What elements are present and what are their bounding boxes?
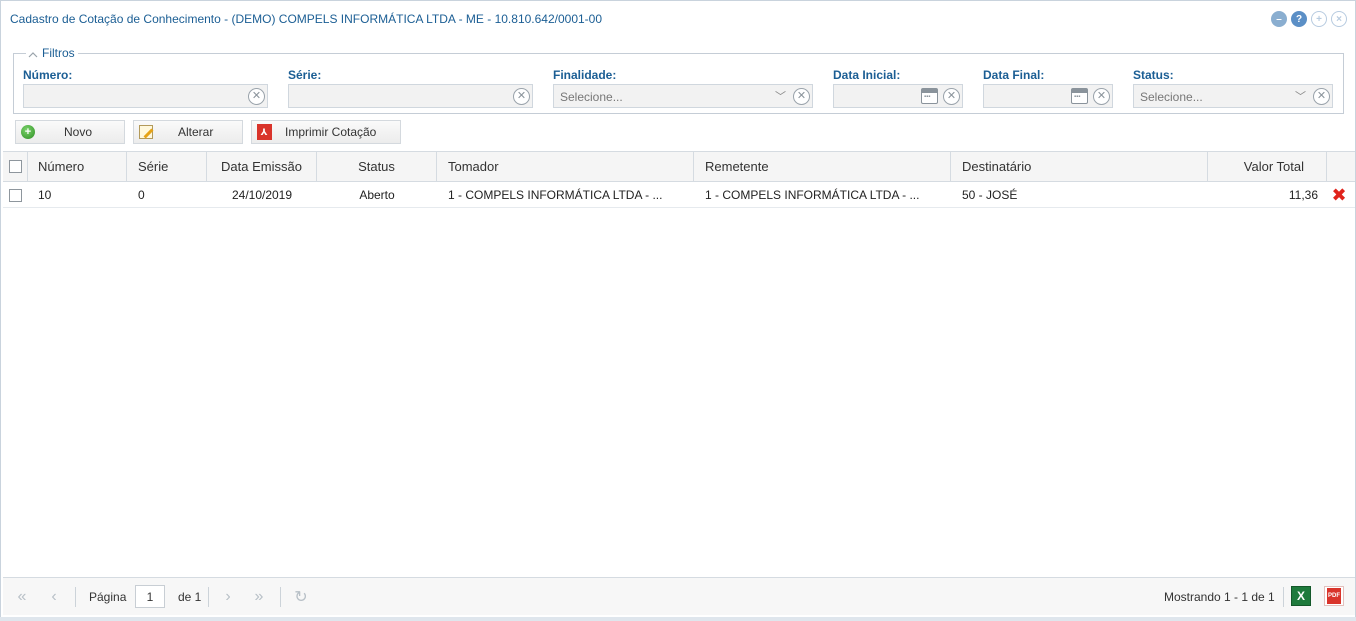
data-inicial-input[interactable]: ✕ <box>833 84 963 108</box>
filter-numero: Número: ✕ <box>23 68 268 108</box>
imprimir-cotacao-button[interactable]: ⅄ Imprimir Cotação <box>251 120 401 144</box>
finalidade-label: Finalidade: <box>553 68 617 82</box>
next-page-icon[interactable]: › <box>217 586 239 608</box>
page-total: de 1 <box>178 590 202 604</box>
grid-header: Número Série Data Emissão Status Tomador… <box>3 152 1355 182</box>
cell-numero: 10 <box>38 188 52 202</box>
col-data-emissao[interactable]: Data Emissão <box>207 152 317 181</box>
imprimir-label: Imprimir Cotação <box>285 125 377 139</box>
clear-icon[interactable]: ✕ <box>248 88 265 105</box>
delete-row-button[interactable]: ✖ <box>1327 182 1351 208</box>
novo-label: Novo <box>64 125 93 139</box>
finalidade-select[interactable]: Selecione... ﹀ ✕ <box>553 84 813 108</box>
cell-data-emissao: 24/10/2019 <box>231 188 293 202</box>
cell-remetente: 1 - COMPELS INFORMÁTICA LTDA - ... <box>705 188 920 202</box>
bottom-border <box>0 617 1356 621</box>
chevron-down-icon[interactable]: ﹀ <box>1295 88 1306 104</box>
action-toolbar: + Novo Alterar ⅄ Imprimir Cotação <box>15 120 401 144</box>
cell-destinatario: 50 - JOSÉ <box>962 188 1018 202</box>
clear-icon[interactable]: ✕ <box>1313 88 1330 105</box>
window-tools: – ? + × <box>1271 11 1347 27</box>
filters-legend[interactable]: Filtros <box>26 46 78 60</box>
filters-panel: Filtros Número: ✕ Série: ✕ Finalidade: S… <box>13 46 1344 114</box>
col-remetente[interactable]: Remetente <box>694 152 951 181</box>
clear-icon[interactable]: ✕ <box>1093 88 1110 105</box>
status-value: Selecione... <box>1140 90 1203 104</box>
first-page-icon[interactable]: « <box>11 586 33 608</box>
delete-icon: ✖ <box>1331 185 1347 205</box>
filter-data-final: Data Final: ✕ <box>983 68 1113 108</box>
close-icon[interactable]: × <box>1331 11 1347 27</box>
cell-serie: 0 <box>138 188 145 202</box>
page-input[interactable]: 1 <box>135 585 165 608</box>
filter-data-inicial: Data Inicial: ✕ <box>833 68 963 108</box>
minimize-icon[interactable]: – <box>1271 11 1287 27</box>
window-title: Cadastro de Cotação de Conhecimento - (D… <box>10 12 603 26</box>
edit-icon <box>139 125 153 139</box>
pagination-bar: « ‹ Página 1 de 1 › » ↻ Mostrando 1 - 1 … <box>3 577 1355 615</box>
col-destinatario[interactable]: Destinatário <box>951 152 1208 181</box>
last-page-icon[interactable]: » <box>248 586 270 608</box>
filter-serie: Série: ✕ <box>288 68 533 108</box>
main-window: Cadastro de Cotação de Conhecimento - (D… <box>0 0 1356 621</box>
filter-finalidade: Finalidade: Selecione... ﹀ ✕ <box>553 68 813 108</box>
col-numero[interactable]: Número <box>28 152 127 181</box>
clear-icon[interactable]: ✕ <box>793 88 810 105</box>
clear-icon[interactable]: ✕ <box>943 88 960 105</box>
cell-valor-total: 11,36 <box>1288 188 1318 202</box>
page-label: Página <box>89 590 127 604</box>
maximize-icon[interactable]: + <box>1311 11 1327 27</box>
cell-tomador: 1 - COMPELS INFORMÁTICA LTDA - ... <box>448 188 663 202</box>
alterar-button[interactable]: Alterar <box>133 120 243 144</box>
serie-input[interactable]: ✕ <box>288 84 533 108</box>
previous-page-icon[interactable]: ‹ <box>43 586 65 608</box>
pdf-icon: PDF <box>1327 588 1341 604</box>
chevron-up-icon <box>28 52 38 58</box>
add-icon: + <box>21 125 35 139</box>
table-row[interactable]: 10 0 24/10/2019 Aberto 1 - COMPELS INFOR… <box>3 182 1355 208</box>
alterar-label: Alterar <box>178 125 214 139</box>
data-final-input[interactable]: ✕ <box>983 84 1113 108</box>
chevron-down-icon[interactable]: ﹀ <box>775 88 786 104</box>
title-bar: Cadastro de Cotação de Conhecimento - (D… <box>1 1 1355 37</box>
cotacao-grid: Número Série Data Emissão Status Tomador… <box>3 151 1355 577</box>
refresh-icon[interactable]: ↻ <box>290 586 312 608</box>
calendar-icon[interactable] <box>1071 88 1088 104</box>
help-icon[interactable]: ? <box>1291 11 1307 27</box>
data-final-label: Data Final: <box>983 68 1045 82</box>
row-checkbox[interactable] <box>9 188 22 202</box>
cell-status: Aberto <box>359 188 395 202</box>
status-label: Status: <box>1133 68 1174 82</box>
numero-input[interactable]: ✕ <box>23 84 268 108</box>
filter-status: Status: Selecione... ﹀ ✕ <box>1133 68 1333 108</box>
clear-icon[interactable]: ✕ <box>513 88 530 105</box>
col-status[interactable]: Status <box>317 152 437 181</box>
col-tomador[interactable]: Tomador <box>437 152 694 181</box>
serie-label: Série: <box>288 68 322 82</box>
novo-button[interactable]: + Novo <box>15 120 125 144</box>
data-inicial-label: Data Inicial: <box>833 68 901 82</box>
pdf-export-icon[interactable]: PDF <box>1324 586 1344 606</box>
showing-status: Mostrando 1 - 1 de 1 <box>1164 590 1275 604</box>
finalidade-value: Selecione... <box>560 90 623 104</box>
calendar-icon[interactable] <box>921 88 938 104</box>
col-valor-total[interactable]: Valor Total <box>1208 152 1327 181</box>
status-select[interactable]: Selecione... ﹀ ✕ <box>1133 84 1333 108</box>
pdf-icon: ⅄ <box>256 124 272 140</box>
select-all-checkbox[interactable] <box>8 160 22 173</box>
excel-export-icon[interactable]: X <box>1291 586 1311 606</box>
col-serie[interactable]: Série <box>127 152 207 181</box>
filters-legend-label: Filtros <box>42 46 75 60</box>
numero-label: Número: <box>23 68 73 82</box>
select-all-cell <box>3 152 28 181</box>
